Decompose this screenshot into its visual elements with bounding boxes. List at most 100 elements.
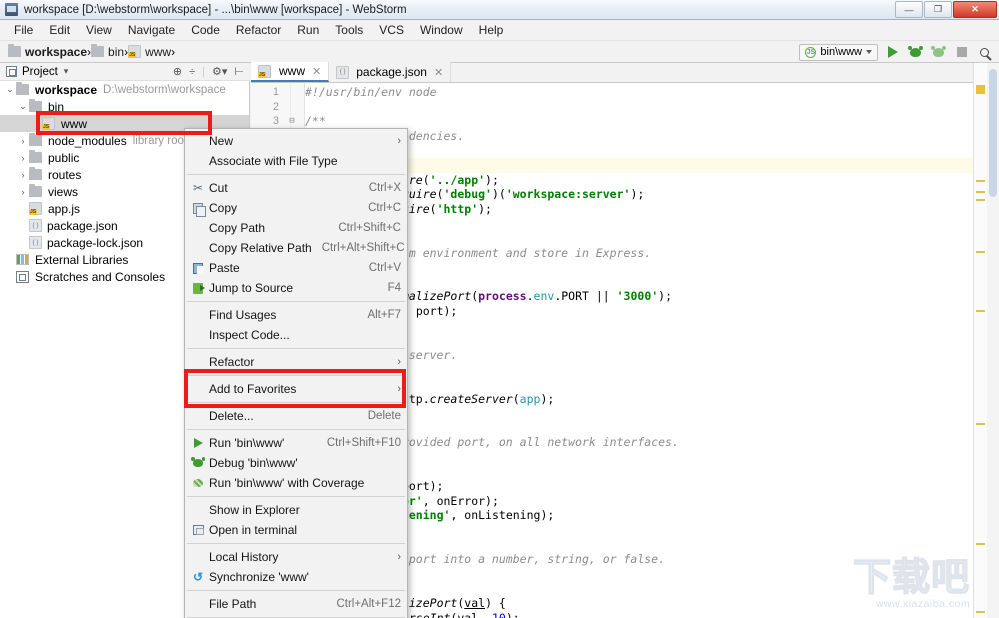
tree-item-label: bin (48, 99, 65, 114)
context-menu-shortcut: Ctrl+Alt+Shift+C (321, 242, 405, 254)
context-menu-item-show-in-explorer[interactable]: Show in Explorer (185, 500, 407, 520)
context-menu-item-cut[interactable]: ✂ Cut Ctrl+X (185, 178, 407, 198)
context-menu-separator (187, 348, 405, 349)
breadcrumb-label: bin (108, 44, 125, 59)
context-menu-item-synchronize-www[interactable]: ↺ Synchronize 'www' (185, 567, 407, 587)
context-menu-shortcut: Ctrl+X (368, 182, 401, 194)
context-menu-shortcut: Alt+F7 (367, 309, 401, 321)
context-menu-item-new[interactable]: New › (185, 131, 407, 151)
context-menu-item-run-bin-www[interactable]: Run 'bin\www' Ctrl+Shift+F10 (185, 433, 407, 453)
search-everywhere-button[interactable] (976, 44, 993, 61)
close-icon[interactable]: ✕ (312, 65, 321, 78)
menu-item-vcs[interactable]: VCS (371, 21, 412, 39)
menu-item-navigate[interactable]: Navigate (120, 21, 183, 39)
error-marker-gutter[interactable] (973, 63, 987, 618)
chevron-down-icon[interactable]: ⌄ (4, 84, 16, 95)
chevron-right-icon[interactable]: › (17, 170, 29, 180)
context-menu[interactable]: New › Associate with File Type ✂ Cut Ctrl+X Co… (184, 128, 408, 618)
tree-item-workspace[interactable]: ⌄ workspace D:\webstorm\workspace (0, 81, 249, 98)
expand-icon[interactable]: ÷ (189, 66, 195, 78)
editor-tab-package-json[interactable]: package.json ✕ (329, 62, 452, 82)
context-menu-item-copy[interactable]: Copy Ctrl+C (185, 198, 407, 218)
menu-icon-spacer (189, 307, 207, 323)
context-menu-item-jump-to-source[interactable]: Jump to Source F4 (185, 278, 407, 298)
folder-icon (29, 150, 42, 163)
line-number: 3 (272, 115, 279, 128)
context-menu-item-copy-relative-path[interactable]: Copy Relative Path Ctrl+Alt+Shift+C (185, 238, 407, 258)
minimize-button[interactable]: — (895, 1, 923, 18)
context-menu-separator (187, 590, 405, 591)
menu-item-edit[interactable]: Edit (41, 21, 78, 39)
context-menu-item-copy-path[interactable]: Copy Path Ctrl+Shift+C (185, 218, 407, 238)
collapse-all-icon[interactable]: ⊕ (173, 65, 182, 78)
project-panel-title: Project (22, 65, 58, 78)
close-icon[interactable]: ✕ (434, 66, 443, 79)
context-menu-label: Local History (209, 550, 279, 564)
library-icon (16, 254, 29, 265)
breadcrumb: workspace›bin›www› (8, 44, 175, 59)
close-button[interactable]: ✕ (953, 1, 997, 18)
menu-item-file[interactable]: File (6, 21, 41, 39)
folder-icon (91, 44, 105, 57)
context-menu-separator (187, 301, 405, 302)
breadcrumb-item-bin[interactable]: bin (91, 44, 125, 59)
menu-item-refactor[interactable]: Refactor (228, 21, 289, 39)
menu-item-code[interactable]: Code (183, 21, 228, 39)
folder-icon (29, 167, 42, 180)
run-configuration-selector[interactable]: JS bin\www (799, 43, 878, 61)
menu-icon-spacer (189, 240, 207, 256)
project-panel-dropdown[interactable]: ▾ (64, 66, 69, 77)
scrollbar-thumb[interactable] (989, 69, 997, 197)
debug-button[interactable] (907, 44, 924, 61)
scissors-icon: ✂ (192, 181, 204, 195)
menu-item-run[interactable]: Run (289, 21, 327, 39)
chevron-right-icon[interactable]: › (17, 136, 29, 146)
coverage-icon (931, 45, 946, 57)
breadcrumb-item-workspace[interactable]: workspace (8, 44, 87, 59)
context-menu-item-local-history[interactable]: Local History › (185, 547, 407, 567)
context-menu-label: New (209, 134, 234, 148)
editor-tabs: www ✕ package.json ✕ (251, 62, 999, 83)
context-menu-item-delete[interactable]: Delete... Delete (185, 406, 407, 426)
menu-item-help[interactable]: Help (471, 21, 512, 39)
settings-gear-icon[interactable]: ⚙​▾ (212, 65, 227, 78)
context-menu-label: Add to Favorites (209, 382, 297, 396)
menu-item-view[interactable]: View (78, 21, 120, 39)
watermark-text: 下载吧 (852, 555, 971, 599)
editor-scrollbar[interactable] (987, 63, 999, 618)
webstorm-window: workspace [D:\webstorm\workspace] - ...\… (0, 0, 999, 618)
context-menu-label: File Path (209, 597, 257, 611)
debug-icon (189, 455, 207, 471)
context-menu-item-associate-with-file-type[interactable]: Associate with File Type (185, 151, 407, 171)
tree-item-label: package-lock.json (47, 235, 144, 250)
tree-item-bin[interactable]: ⌄ bin (0, 98, 249, 115)
context-menu-item-paste[interactable]: Paste Ctrl+V (185, 258, 407, 278)
hide-panel-icon[interactable]: ⊢ (234, 65, 244, 78)
maximize-button[interactable]: ❐ (924, 1, 952, 18)
window-title: workspace [D:\webstorm\workspace] - ...\… (24, 3, 407, 16)
context-menu-item-inspect-code[interactable]: Inspect Code... (185, 325, 407, 345)
code-line: 3 ⊟ /** (251, 114, 999, 129)
context-menu-item-debug-bin-www[interactable]: Debug 'bin\www' (185, 453, 407, 473)
stop-button[interactable] (953, 44, 970, 61)
context-menu-item-open-in-terminal[interactable]: Open in terminal (185, 520, 407, 540)
menu-item-tools[interactable]: Tools (327, 21, 371, 39)
project-panel-header: Project ▾ ⊕ ÷ | ⚙​▾ ⊢ (0, 63, 250, 81)
context-menu-item-add-to-favorites[interactable]: Add to Favorites › (185, 379, 407, 399)
jump-to-source-icon (189, 280, 207, 296)
editor-tab-www[interactable]: www ✕ (251, 62, 330, 82)
context-menu-shortcut: Ctrl+Alt+F12 (336, 598, 401, 610)
menu-item-window[interactable]: Window (412, 21, 471, 39)
context-menu-item-run-bin-www-with-coverage[interactable]: Run 'bin\www' with Coverage (185, 473, 407, 493)
fold-toggle-icon[interactable]: ⊟ (285, 114, 299, 129)
context-menu-item-find-usages[interactable]: Find Usages Alt+F7 (185, 305, 407, 325)
chevron-right-icon[interactable]: › (17, 187, 29, 197)
chevron-down-icon[interactable]: ⌄ (17, 101, 29, 112)
breadcrumb-item-www[interactable]: www (128, 45, 171, 59)
run-button[interactable] (884, 44, 901, 61)
run-coverage-button[interactable] (930, 44, 947, 61)
context-menu-item-file-path[interactable]: File Path Ctrl+Alt+F12 (185, 594, 407, 614)
tree-item-label: workspace (35, 82, 98, 97)
chevron-right-icon[interactable]: › (17, 153, 29, 163)
context-menu-item-refactor[interactable]: Refactor › (185, 352, 407, 372)
